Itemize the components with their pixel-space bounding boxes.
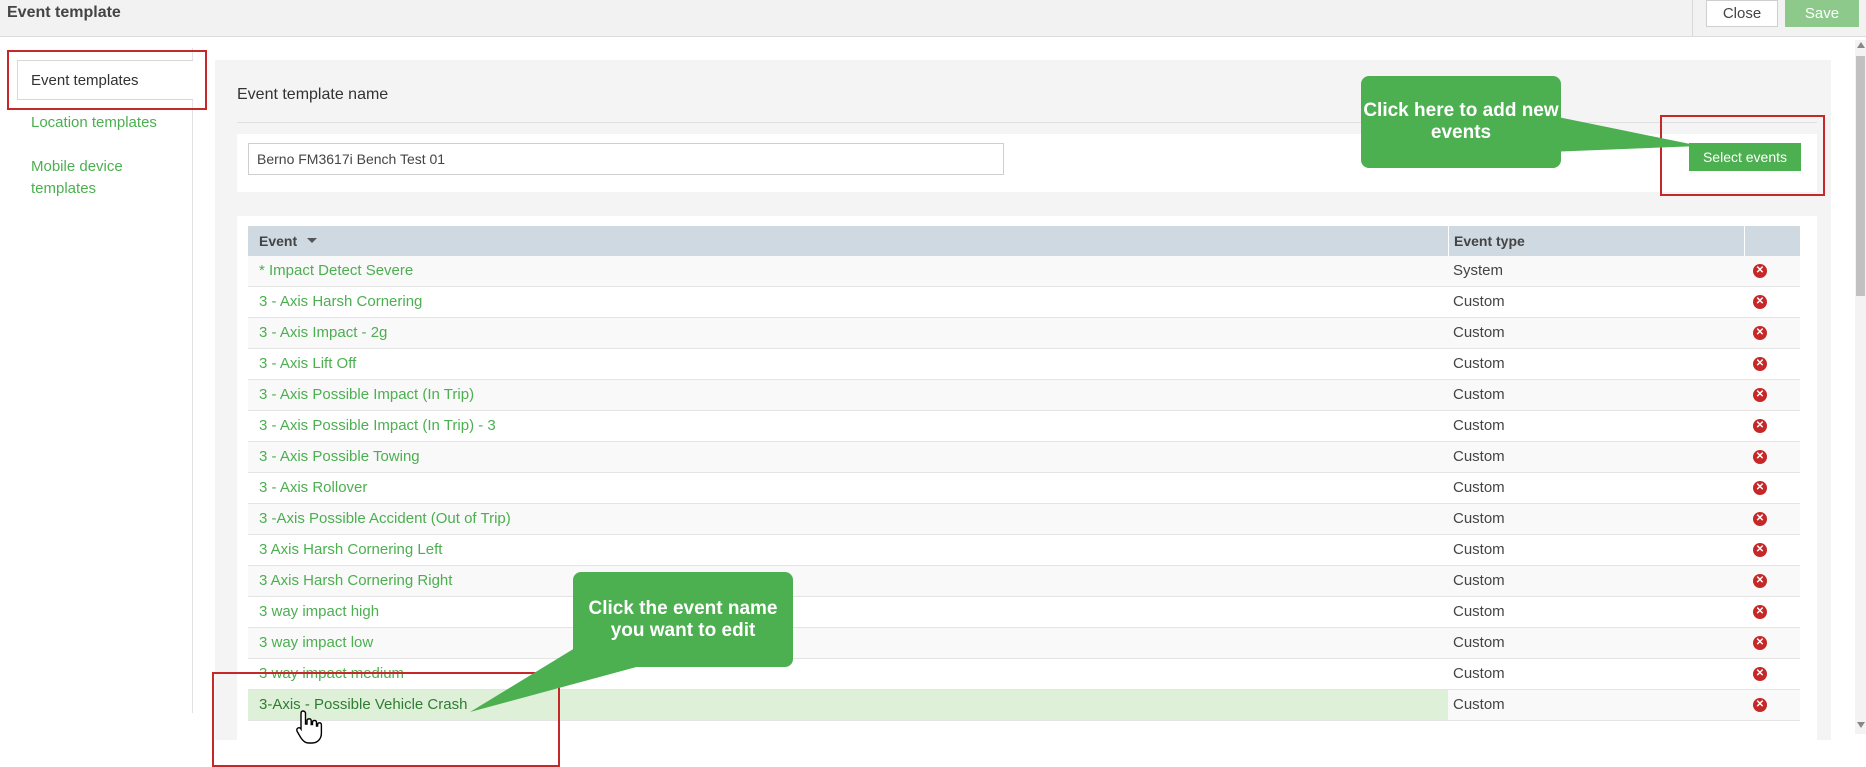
callout-pointer-add-events [1548,115,1700,152]
callout-add-events: Click here to add new events [1361,76,1561,168]
callout-edit-event: Click the event name you want to edit [573,572,793,667]
hand-cursor-icon [296,710,323,744]
callout-pointers [470,115,1700,712]
